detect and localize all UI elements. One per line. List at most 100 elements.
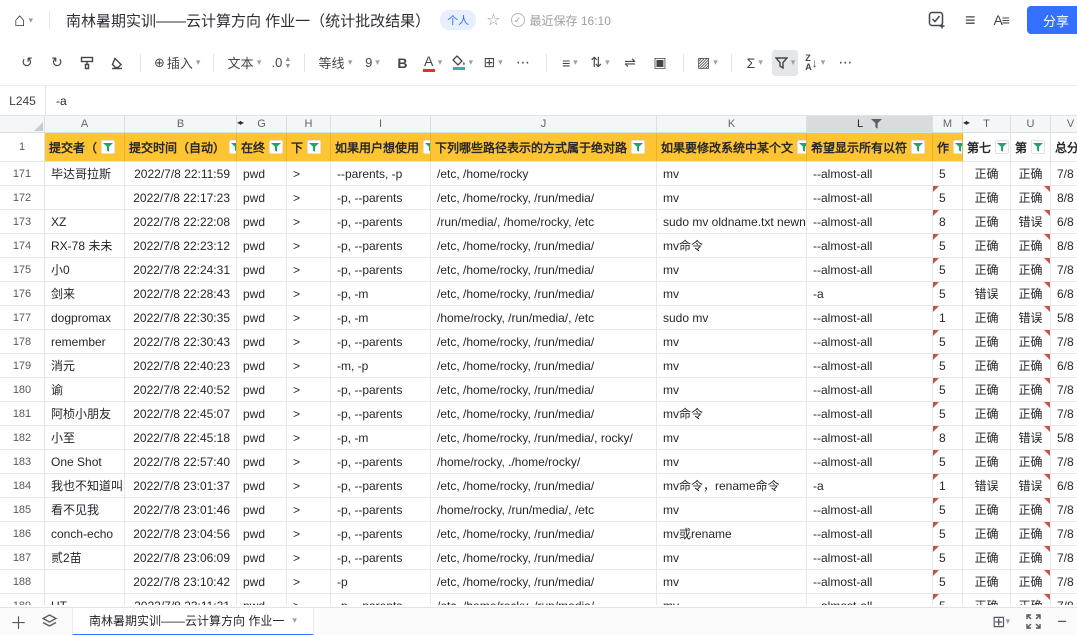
cell-T182[interactable]: 正确 <box>963 426 1011 449</box>
cell-T173[interactable]: 正确 <box>963 210 1011 233</box>
cell-H184[interactable]: > <box>287 474 331 497</box>
cell-M182[interactable]: 8 <box>933 426 963 449</box>
cell-L178[interactable]: --almost-all <box>807 330 933 353</box>
sheet-tab-active[interactable]: 南林暑期实训——云计算方向 作业一 ▾ <box>72 608 314 635</box>
cell-T180[interactable]: 正确 <box>963 378 1011 401</box>
cell-I171[interactable]: --parents, -p <box>331 162 431 185</box>
cell-L172[interactable]: --almost-all <box>807 186 933 209</box>
cell-U186[interactable]: 正确 <box>1011 522 1051 545</box>
cell-L175[interactable]: --almost-all <box>807 258 933 281</box>
cell-reference-box[interactable]: L245 <box>0 86 46 115</box>
cell-A189[interactable]: UT <box>45 594 125 605</box>
cell-G187[interactable]: pwd <box>237 546 287 569</box>
cell-A171[interactable]: 毕达哥拉斯 <box>45 162 125 185</box>
cell-U179[interactable]: 正确 <box>1011 354 1051 377</box>
cell-H183[interactable]: > <box>287 450 331 473</box>
cell-M176[interactable]: 5 <box>933 282 963 305</box>
cell-M184[interactable]: 1 <box>933 474 963 497</box>
more-format-icon[interactable]: ⋯ <box>510 50 536 76</box>
cell-A180[interactable]: 谕 <box>45 378 125 401</box>
cell-J182[interactable]: /etc, /home/rocky, /run/media/, rocky/ <box>431 426 657 449</box>
cell-M173[interactable]: 8 <box>933 210 963 233</box>
cell-B187[interactable]: 2022/7/8 23:06:09 <box>125 546 237 569</box>
share-button[interactable]: 分享 <box>1027 6 1077 34</box>
cell-K171[interactable]: mv <box>657 162 807 185</box>
cell-L188[interactable]: --almost-all <box>807 570 933 593</box>
sheet-grid[interactable]: AB◂▸GHIJKLM◂▸TUV1提交者（提交时间（自动）在终下如果用户想使用下… <box>0 116 1077 605</box>
zoom-out-button[interactable]: − <box>1057 612 1067 632</box>
cell-J185[interactable]: /home/rocky, /run/media/, /etc <box>431 498 657 521</box>
header-cell-J1[interactable]: 下列哪些路径表示的方式属于绝对路 <box>431 133 657 161</box>
column-header-B[interactable]: B◂▸ <box>125 116 237 132</box>
cell-B182[interactable]: 2022/7/8 22:45:18 <box>125 426 237 449</box>
cell-U175[interactable]: 正确 <box>1011 258 1051 281</box>
cell-J189[interactable]: /etc, /home/rocky, /run/media/ <box>431 594 657 605</box>
row-header[interactable]: 171 <box>0 162 45 185</box>
filter-icon[interactable] <box>995 140 1009 154</box>
cell-A187[interactable]: 贰2苗 <box>45 546 125 569</box>
cell-H178[interactable]: > <box>287 330 331 353</box>
cell-L174[interactable]: --almost-all <box>807 234 933 257</box>
cell-A183[interactable]: One Shot <box>45 450 125 473</box>
vertical-align-button[interactable]: ⇅ ▾ <box>587 50 613 76</box>
cell-L186[interactable]: --almost-all <box>807 522 933 545</box>
cell-B174[interactable]: 2022/7/8 22:23:12 <box>125 234 237 257</box>
cell-I178[interactable]: -p, --parents <box>331 330 431 353</box>
cell-J177[interactable]: /home/rocky, /run/media/, /etc <box>431 306 657 329</box>
cell-J181[interactable]: /etc, /home/rocky, /run/media/ <box>431 402 657 425</box>
cell-H177[interactable]: > <box>287 306 331 329</box>
cell-B185[interactable]: 2022/7/8 23:01:46 <box>125 498 237 521</box>
filter-icon[interactable] <box>1031 140 1045 154</box>
cell-G184[interactable]: pwd <box>237 474 287 497</box>
cell-B178[interactable]: 2022/7/8 22:30:43 <box>125 330 237 353</box>
filter-icon[interactable] <box>953 140 963 154</box>
filter-icon[interactable] <box>101 140 115 154</box>
more-tools-icon[interactable]: ⋯ <box>832 50 858 76</box>
cell-I174[interactable]: -p, --parents <box>331 234 431 257</box>
cell-A172[interactable] <box>45 186 125 209</box>
cell-B177[interactable]: 2022/7/8 22:30:35 <box>125 306 237 329</box>
cell-K182[interactable]: mv <box>657 426 807 449</box>
undo-icon[interactable]: ↺ <box>14 50 40 76</box>
cell-V188[interactable]: 7/8 <box>1051 570 1077 593</box>
cell-I186[interactable]: -p, --parents <box>331 522 431 545</box>
format-painter-icon[interactable] <box>74 50 100 76</box>
cell-L177[interactable]: --almost-all <box>807 306 933 329</box>
cell-K173[interactable]: sudo mv oldname.txt newna <box>657 210 807 233</box>
row-header[interactable]: 185 <box>0 498 45 521</box>
cell-J187[interactable]: /etc, /home/rocky, /run/media/ <box>431 546 657 569</box>
cell-style-button[interactable]: ▨ ▾ <box>694 50 721 76</box>
number-format-select[interactable]: 文本 ▾ <box>224 50 264 76</box>
filter-icon[interactable] <box>911 140 925 154</box>
cell-I184[interactable]: -p, --parents <box>331 474 431 497</box>
cell-J176[interactable]: /etc, /home/rocky, /run/media/ <box>431 282 657 305</box>
cell-K183[interactable]: mv <box>657 450 807 473</box>
cell-L184[interactable]: -a <box>807 474 933 497</box>
cell-T185[interactable]: 正确 <box>963 498 1011 521</box>
cell-A181[interactable]: 阿桢小朋友 <box>45 402 125 425</box>
sort-button[interactable]: ZA ↓ ▾ <box>802 50 828 76</box>
cell-L179[interactable]: --almost-all <box>807 354 933 377</box>
cell-T175[interactable]: 正确 <box>963 258 1011 281</box>
cell-H187[interactable]: > <box>287 546 331 569</box>
cell-V183[interactable]: 7/8 <box>1051 450 1077 473</box>
header-cell-B1[interactable]: 提交时间（自动） <box>125 133 237 161</box>
cell-V176[interactable]: 6/8 <box>1051 282 1077 305</box>
cell-T171[interactable]: 正确 <box>963 162 1011 185</box>
cell-A173[interactable]: XZ <box>45 210 125 233</box>
cell-U173[interactable]: 错误 <box>1011 210 1051 233</box>
star-icon[interactable]: ☆ <box>486 10 500 30</box>
row-header[interactable]: 174 <box>0 234 45 257</box>
header-cell-V1[interactable]: 总分 <box>1051 133 1077 161</box>
cell-G173[interactable]: pwd <box>237 210 287 233</box>
hidden-columns-icon[interactable]: ◂▸ <box>963 118 969 127</box>
cell-K188[interactable]: mv <box>657 570 807 593</box>
cell-G178[interactable]: pwd <box>237 330 287 353</box>
column-header-J[interactable]: J <box>431 116 657 132</box>
filter-button[interactable]: ▾ <box>772 50 799 76</box>
cell-K186[interactable]: mv或rename <box>657 522 807 545</box>
cell-V177[interactable]: 5/8 <box>1051 306 1077 329</box>
cell-J180[interactable]: /etc, /home/rocky, /run/media/ <box>431 378 657 401</box>
cell-I187[interactable]: -p, --parents <box>331 546 431 569</box>
cell-I182[interactable]: -p, -m <box>331 426 431 449</box>
